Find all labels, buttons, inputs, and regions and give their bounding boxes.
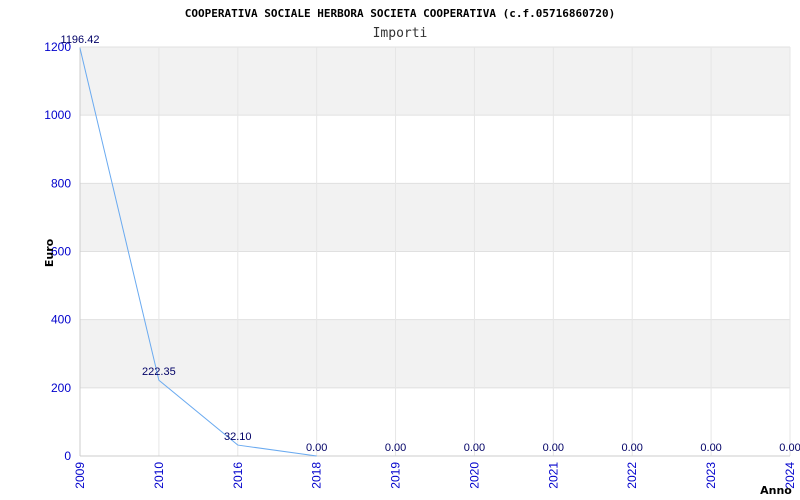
data-label: 0.00 [779,442,800,454]
x-tick-label: 2009 [73,462,87,489]
x-tick-label: 2020 [467,462,481,489]
x-tick-labels: 2009 2010 2016 2018 2019 2020 2021 2022 2023 2024 [73,462,797,489]
x-tick-label: 2021 [546,462,560,489]
y-tick-label: 800 [51,176,71,190]
y-tick-label: 0 [64,449,71,463]
plot-band [80,319,790,388]
y-tick-label: 400 [51,313,71,327]
data-label: 0.00 [543,442,564,454]
x-axis-label: Anno [760,484,792,497]
plot-band [80,115,790,184]
x-tick-label: 2019 [389,462,403,489]
chart: COOPERATIVA SOCIALE HERBORA SOCIETA COOP… [43,7,800,497]
x-tick-label: 2022 [625,462,639,489]
data-label: 222.35 [142,366,176,378]
data-label: 0.00 [622,442,643,454]
data-label: 0.00 [464,442,485,454]
plot-band [80,47,790,116]
x-tick-label: 2018 [310,462,324,489]
plot-band [80,183,790,252]
data-label: 0.00 [700,442,721,454]
data-label: 0.00 [306,442,327,454]
x-tick-label: 2010 [152,462,166,489]
plot-band [80,387,790,456]
data-label: 0.00 [385,442,406,454]
data-label: 1196.42 [61,34,100,46]
y-tick-label: 200 [51,381,71,395]
x-tick-label: 2023 [704,462,718,489]
plot-band [80,251,790,320]
x-tick-label: 2016 [231,462,245,489]
y-tick-label: 1000 [44,108,71,122]
data-label: 32.10 [224,431,252,443]
chart-subtitle: Importi [373,26,428,41]
y-axis-label: Euro [43,238,56,267]
chart-title: COOPERATIVA SOCIALE HERBORA SOCIETA COOP… [185,7,615,20]
